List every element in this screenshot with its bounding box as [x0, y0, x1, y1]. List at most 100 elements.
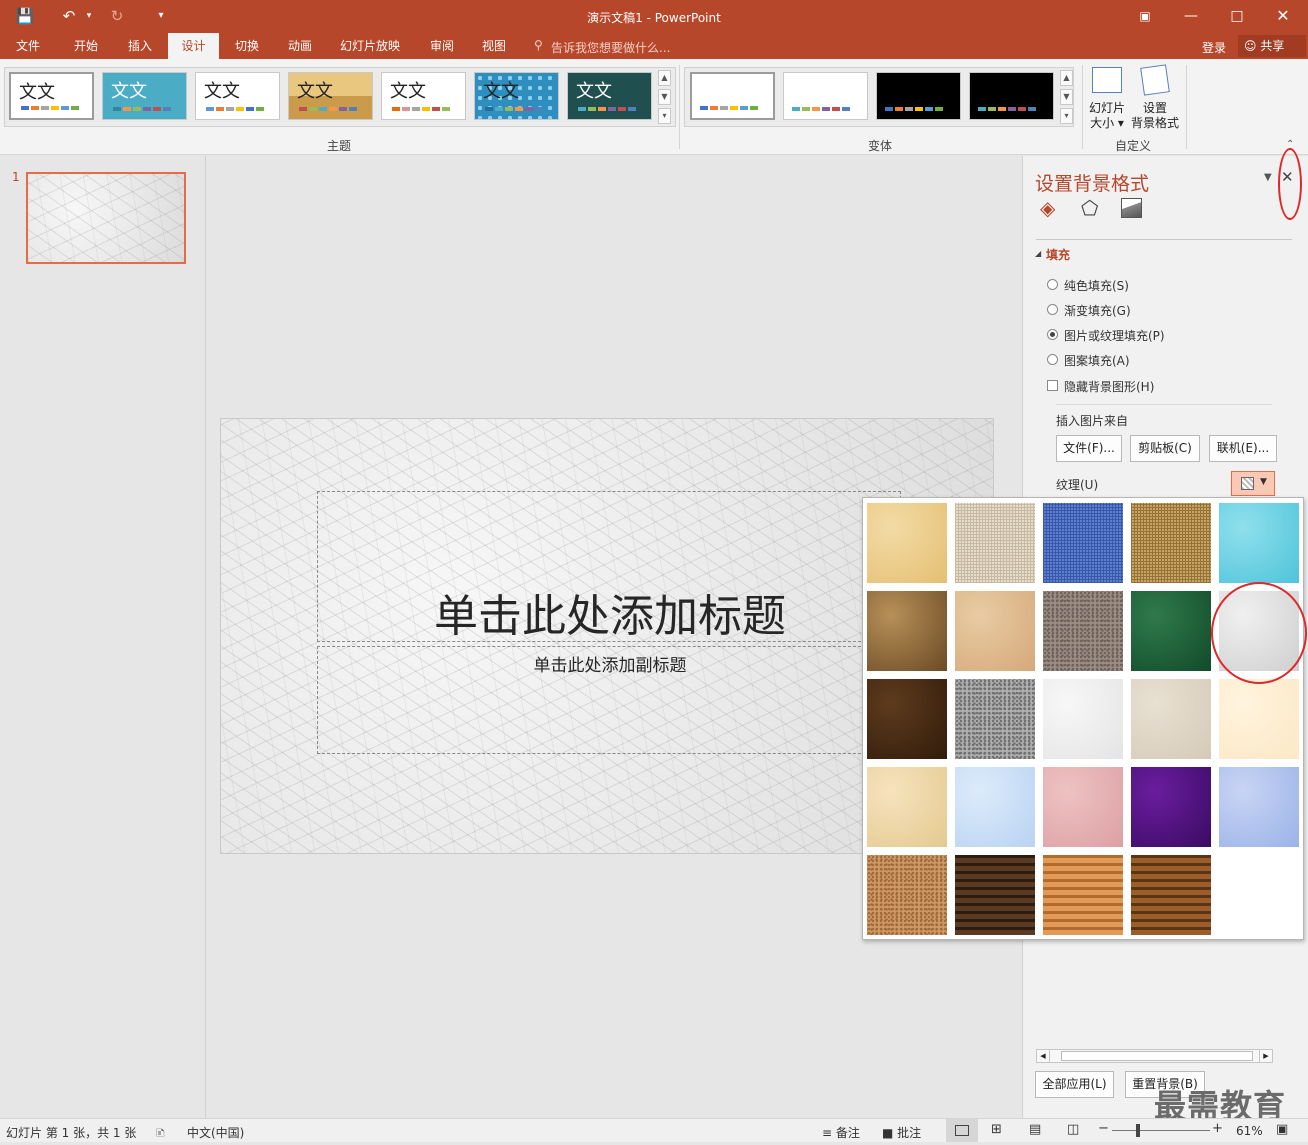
zoom-out-icon[interactable]: − [1098, 1121, 1109, 1136]
pane-options-icon[interactable]: ▼ [1264, 172, 1272, 183]
fill-option-radio-1[interactable] [1047, 304, 1058, 315]
fit-slide-icon[interactable]: ▣ [1276, 1122, 1288, 1137]
texture-purple-mesh[interactable] [1131, 767, 1211, 847]
texture-cork[interactable] [867, 855, 947, 935]
zoom-in-icon[interactable]: + [1212, 1121, 1223, 1136]
zoom-slider-thumb[interactable] [1136, 1124, 1140, 1137]
tab-4[interactable]: 切换 [225, 33, 269, 59]
tab-6[interactable]: 幻灯片放映 [330, 33, 410, 59]
hide-bg-checkbox[interactable] [1047, 380, 1058, 391]
theme-thumbnail-1[interactable]: 文文 [9, 72, 94, 120]
variant-thumbnail-1[interactable] [690, 72, 775, 120]
fill-option-radio-3[interactable] [1047, 354, 1058, 365]
close-window-icon[interactable]: ✕ [1263, 4, 1303, 28]
format-background-button[interactable]: 设置 背景格式 [1130, 63, 1180, 133]
apply-all-button[interactable]: 全部应用(L) [1035, 1071, 1114, 1098]
theme-thumbnail-2[interactable]: 文文 [102, 72, 187, 120]
tell-me-input[interactable]: 告诉我您想要做什么... [551, 39, 670, 56]
texture-paper-bag[interactable] [867, 591, 947, 671]
theme-scroll-up-icon[interactable]: ▲ [658, 70, 671, 86]
title-placeholder[interactable]: 单击此处添加标题 [317, 491, 901, 642]
file-button[interactable]: 文件(F)... [1056, 435, 1122, 462]
theme-scroll-down-icon[interactable]: ▼ [658, 89, 671, 105]
texture-oak[interactable] [1043, 855, 1123, 935]
theme-thumbnail-3[interactable]: 文文 [195, 72, 280, 120]
notes-button[interactable]: ≡ 备注 [822, 1124, 860, 1141]
texture-canvas[interactable] [955, 503, 1035, 583]
login-link[interactable]: 登录 [1202, 39, 1226, 56]
language-indicator[interactable]: 中文(中国) [187, 1124, 244, 1141]
texture-pink-tissue[interactable] [1043, 767, 1123, 847]
texture-brown-marble[interactable] [867, 679, 947, 759]
tab-2[interactable]: 插入 [118, 33, 162, 59]
variant-more-icon[interactable]: ▾ [1060, 108, 1073, 124]
texture-woven[interactable] [1131, 503, 1211, 583]
texture-recycled-paper[interactable] [1131, 679, 1211, 759]
minimize-icon[interactable]: — [1171, 4, 1211, 28]
normal-view-button[interactable] [946, 1119, 978, 1142]
slide-thumbnail[interactable] [26, 172, 186, 264]
theme-thumbnail-4[interactable]: 文文 [288, 72, 373, 120]
maximize-icon[interactable]: □ [1217, 4, 1257, 28]
fill-line-icon[interactable]: ◈ [1040, 196, 1055, 220]
variants-group-label: 变体 [868, 139, 893, 153]
texture-fish-fossil[interactable] [955, 591, 1035, 671]
texture-walnut[interactable] [955, 855, 1035, 935]
texture-denim[interactable] [1043, 503, 1123, 583]
fill-option-label-1[interactable]: 渐变填充(G) [1064, 302, 1131, 319]
variant-scroll-down-icon[interactable]: ▼ [1060, 89, 1073, 105]
share-button[interactable]: ☺ 共享 [1238, 35, 1306, 57]
slide-sorter-icon[interactable]: ⊞ [991, 1122, 1002, 1137]
variant-scroll-up-icon[interactable]: ▲ [1060, 70, 1073, 86]
texture-dropdown[interactable]: ▼ [1231, 471, 1275, 496]
subtitle-placeholder[interactable]: 单击此处添加副标题 [317, 646, 901, 754]
theme-thumbnail-7[interactable]: 文文 [567, 72, 652, 120]
fill-option-radio-2[interactable] [1047, 329, 1058, 340]
online-button[interactable]: 联机(E)... [1209, 435, 1277, 462]
variant-thumbnail-2[interactable] [783, 72, 868, 120]
theme-thumbnail-6[interactable]: 文文 [474, 72, 559, 120]
tab-5[interactable]: 动画 [278, 33, 322, 59]
slide-size-button[interactable]: 幻灯片 大小 ▾ [1086, 63, 1128, 133]
variant-thumbnail-3[interactable] [876, 72, 961, 120]
pane-horizontal-scrollbar[interactable]: ◀ ▶ [1036, 1049, 1273, 1063]
clipboard-button[interactable]: 剪贴板(C) [1130, 435, 1200, 462]
picture-icon[interactable] [1121, 198, 1142, 218]
fill-option-radio-0[interactable] [1047, 279, 1058, 290]
texture-green-marble[interactable] [1131, 591, 1211, 671]
effects-icon[interactable]: ⬠ [1081, 196, 1098, 220]
texture-medium-wood[interactable] [1131, 855, 1211, 935]
tab-1[interactable]: 开始 [64, 33, 108, 59]
fill-option-label-0[interactable]: 纯色填充(S) [1064, 277, 1129, 294]
tab-7[interactable]: 审阅 [420, 33, 464, 59]
scroll-left-icon[interactable]: ◀ [1037, 1050, 1050, 1062]
variant-thumbnail-4[interactable] [969, 72, 1054, 120]
comments-button[interactable]: ■ 批注 [882, 1124, 921, 1141]
reading-view-icon[interactable]: ▤ [1029, 1122, 1041, 1137]
texture-papyrus[interactable] [867, 503, 947, 583]
scroll-thumb[interactable] [1061, 1051, 1253, 1061]
texture-water[interactable] [1219, 503, 1299, 583]
scroll-right-icon[interactable]: ▶ [1259, 1050, 1272, 1062]
tab-0[interactable]: 文件 [14, 33, 42, 59]
theme-thumbnail-5[interactable]: 文文 [381, 72, 466, 120]
ribbon-display-icon[interactable]: ▣ [1125, 4, 1165, 28]
section-collapse-icon[interactable]: ◢ [1035, 249, 1041, 258]
texture-sand[interactable] [1043, 591, 1123, 671]
texture-newsprint[interactable] [1043, 679, 1123, 759]
fill-option-label-2[interactable]: 图片或纹理填充(P) [1064, 327, 1165, 344]
tab-8[interactable]: 视图 [472, 33, 516, 59]
texture-blue-tissue[interactable] [955, 767, 1035, 847]
texture-stationery[interactable] [867, 767, 947, 847]
tell-me-icon[interactable]: ⚲ [534, 38, 543, 52]
fill-option-label-3[interactable]: 图案填充(A) [1064, 352, 1130, 369]
zoom-slider[interactable] [1112, 1130, 1210, 1131]
texture-parchment[interactable] [1219, 679, 1299, 759]
texture-granite[interactable] [955, 679, 1035, 759]
tab-3[interactable]: 设计 [168, 33, 219, 59]
zoom-level[interactable]: 61% [1236, 1124, 1263, 1138]
fill-section-header[interactable]: 填充 [1046, 246, 1070, 263]
slideshow-view-icon[interactable]: ◫ [1067, 1122, 1079, 1137]
texture-bouquet[interactable] [1219, 767, 1299, 847]
theme-more-icon[interactable]: ▾ [658, 108, 671, 124]
